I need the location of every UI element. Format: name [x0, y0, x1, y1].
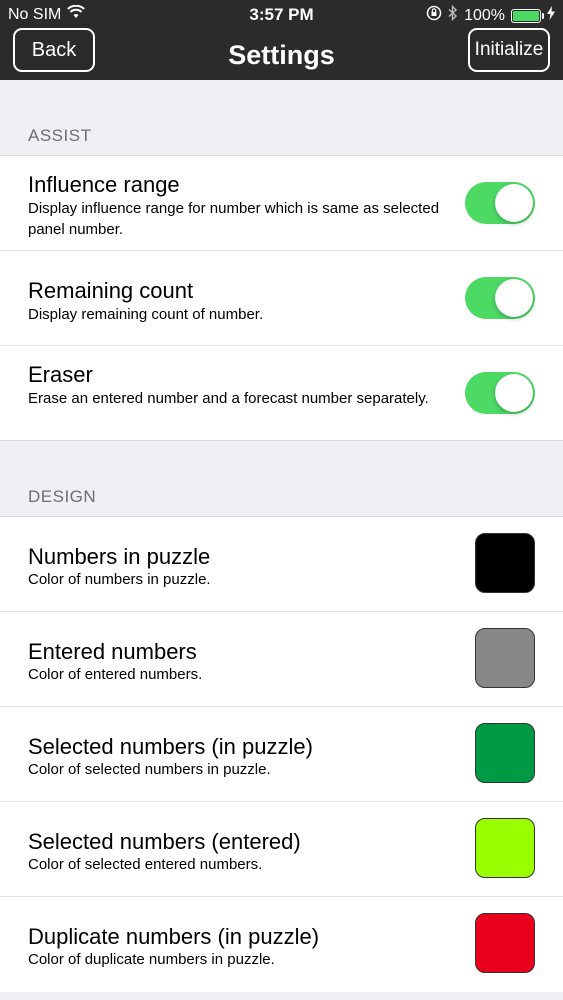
orientation-lock-icon — [426, 5, 442, 26]
row-title: Remaining count — [28, 278, 194, 303]
toggle-knob — [495, 279, 533, 317]
setting-row-selected-numbers-in-puzzle[interactable]: Selected numbers (in puzzle) Color of se… — [0, 707, 563, 802]
section-header-design: DESIGN — [28, 487, 97, 506]
setting-row-entered-numbers[interactable]: Entered numbers Color of entered numbers… — [0, 612, 563, 707]
color-swatch[interactable] — [475, 723, 535, 783]
row-title: Eraser — [28, 362, 93, 387]
bluetooth-icon — [448, 4, 458, 26]
row-title: Numbers in puzzle — [28, 544, 211, 569]
row-title: Duplicate numbers (in puzzle) — [28, 924, 320, 949]
battery-icon — [511, 8, 544, 23]
setting-row-numbers-in-puzzle[interactable]: Numbers in puzzle Color of numbers in pu… — [0, 517, 563, 612]
row-title: Influence range — [28, 172, 180, 197]
row-description: Color of numbers in puzzle. — [28, 571, 211, 588]
color-swatch[interactable] — [475, 628, 535, 688]
toggle-knob — [495, 184, 533, 222]
row-description: Color of entered numbers. — [28, 666, 203, 683]
setting-row-remaining-count: Remaining count Display remaining count … — [0, 251, 563, 346]
assist-group: Influence range Display influence range … — [0, 155, 563, 441]
row-description: Display remaining count of number. — [28, 306, 264, 323]
row-description: Color of selected numbers in puzzle. — [28, 761, 271, 778]
row-title: Selected numbers (entered) — [28, 829, 301, 854]
charging-icon — [547, 6, 555, 25]
color-swatch[interactable] — [475, 818, 535, 878]
row-description: Display influence range for number which… — [28, 200, 440, 238]
battery-percent: 100% — [464, 6, 505, 24]
setting-row-selected-numbers-entered[interactable]: Selected numbers (entered) Color of sele… — [0, 802, 563, 897]
eraser-toggle[interactable] — [465, 372, 535, 414]
row-description: Color of duplicate numbers in puzzle. — [28, 951, 275, 968]
toggle-knob — [495, 374, 533, 412]
row-title: Selected numbers (in puzzle) — [28, 734, 313, 759]
design-group: Numbers in puzzle Color of numbers in pu… — [0, 516, 563, 992]
setting-row-influence-range: Influence range Display influence range … — [0, 156, 563, 251]
influence-range-toggle[interactable] — [465, 182, 535, 224]
status-bar: No SIM 3:57 PM 100% — [0, 0, 563, 30]
color-swatch[interactable] — [475, 913, 535, 973]
row-title: Entered numbers — [28, 639, 197, 664]
section-header-assist: ASSIST — [28, 126, 92, 145]
navigation-bar: No SIM 3:57 PM 100% Back Settings Initia… — [0, 0, 563, 80]
initialize-button[interactable]: Initialize — [468, 28, 550, 72]
row-description: Erase an entered number and a forecast n… — [28, 390, 429, 407]
color-swatch[interactable] — [475, 533, 535, 593]
setting-row-duplicate-numbers-in-puzzle[interactable]: Duplicate numbers (in puzzle) Color of d… — [0, 897, 563, 992]
row-description: Color of selected entered numbers. — [28, 856, 263, 873]
remaining-count-toggle[interactable] — [465, 277, 535, 319]
setting-row-eraser: Eraser Erase an entered number and a for… — [0, 346, 563, 440]
